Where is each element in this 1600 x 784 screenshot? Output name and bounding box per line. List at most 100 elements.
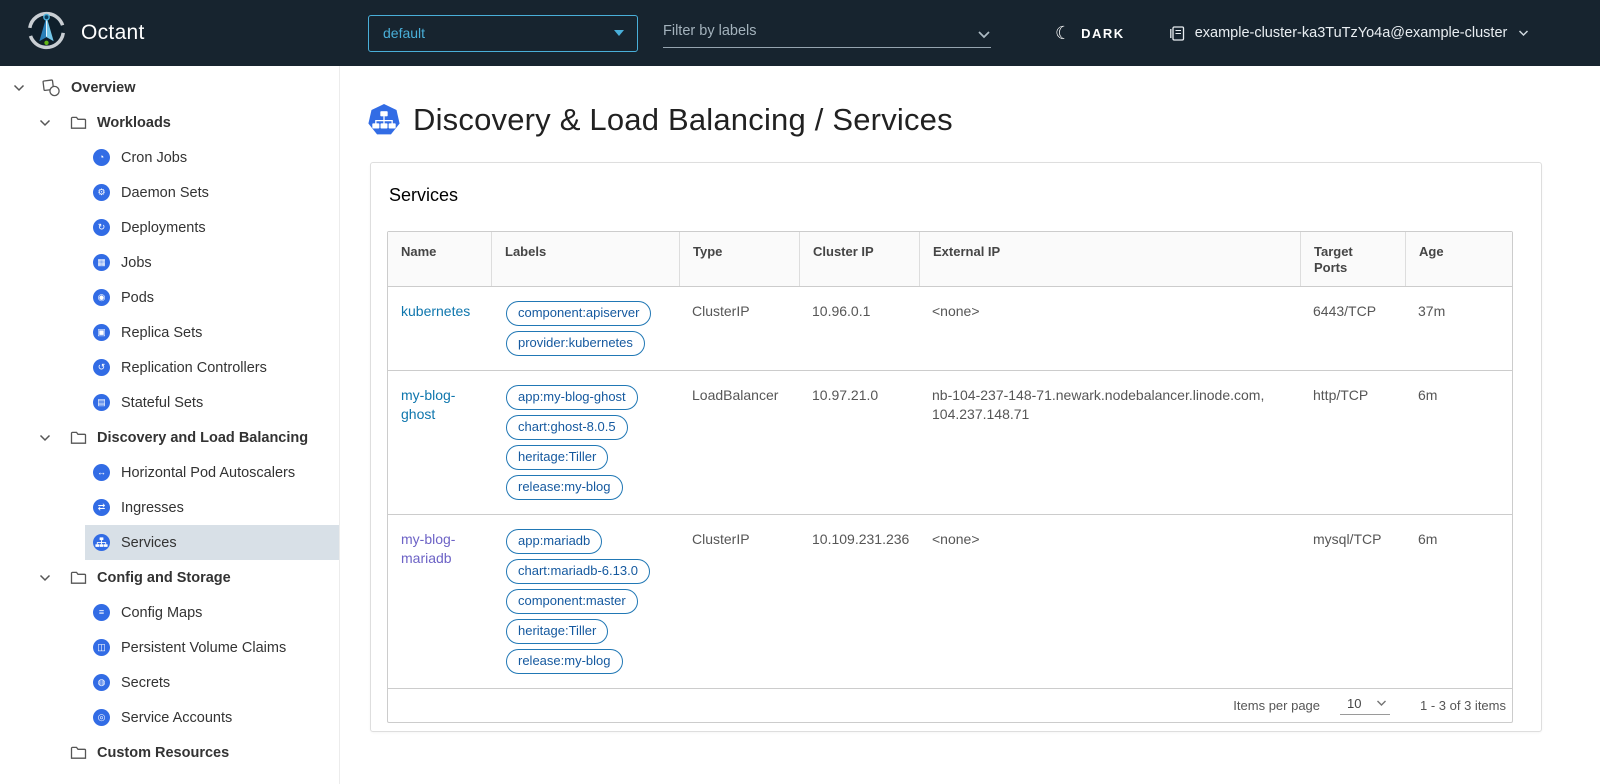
octant-logo-icon (26, 10, 67, 56)
chevron-down-icon[interactable] (12, 84, 25, 92)
sidebar-item-horizontal-pod-autoscalers[interactable]: ↔Horizontal Pod Autoscalers (85, 455, 339, 490)
sidebar-item-services[interactable]: Services (85, 525, 339, 560)
cell-target-ports: http/TCP (1300, 371, 1405, 514)
sidebar-item-secrets[interactable]: ◍Secrets (85, 665, 339, 700)
sidebar-item-pods[interactable]: ◉Pods (85, 280, 339, 315)
sidebar-item-daemon-sets[interactable]: ⚙Daemon Sets (85, 175, 339, 210)
services-table: NameLabelsTypeCluster IPExternal IPTarge… (387, 231, 1513, 723)
sidebar-item-workloads[interactable]: Workloads (0, 105, 339, 140)
table-row: my-blog-ghost app:my-blog-ghost chart:ghos… (388, 370, 1512, 514)
sidebar-item-service-accounts[interactable]: ◎Service Accounts (85, 700, 339, 735)
sidebar-item-replication-controllers[interactable]: ↺Replication Controllers (85, 350, 339, 385)
service-name-link[interactable]: my-blog-mariadb (401, 531, 455, 566)
config-maps-icon: ≡ (93, 604, 110, 621)
cell-cluster-ip: 10.96.0.1 (799, 287, 919, 370)
secrets-icon: ◍ (93, 674, 110, 691)
items-per-page-label: Items per page (1233, 698, 1320, 713)
cell-type: ClusterIP (679, 287, 799, 370)
sidebar-item-discovery-and-load-balancing[interactable]: Discovery and Load Balancing (0, 420, 339, 455)
items-per-page-value: 10 (1347, 696, 1361, 711)
sidebar-item-config-maps[interactable]: ≡Config Maps (85, 595, 339, 630)
label-badge[interactable]: heritage:Tiller (506, 619, 608, 644)
cell-labels: app:mariadb chart:mariadb-6.13.0 component… (491, 515, 679, 688)
label-badge[interactable]: release:my-blog (506, 475, 623, 500)
column-header-type: Type (679, 232, 799, 286)
sidebar-nav: OverviewWorkloads◔Cron Jobs⚙Daemon Sets↻… (0, 66, 340, 784)
replica-sets-icon: ▣ (93, 324, 110, 341)
label-badge[interactable]: heritage:Tiller (506, 445, 608, 470)
sidebar-item-stateful-sets[interactable]: ▤Stateful Sets (85, 385, 339, 420)
sidebar-item-config-and-storage[interactable]: Config and Storage (0, 560, 339, 595)
namespace-select[interactable]: default (368, 15, 638, 52)
ingresses-icon: ⇄ (93, 499, 110, 516)
replication-controllers-icon: ↺ (93, 359, 110, 376)
label-badge[interactable]: app:my-blog-ghost (506, 385, 638, 410)
label-filter (663, 23, 991, 48)
cell-age: 6m (1405, 371, 1512, 514)
caret-down-icon (614, 30, 624, 36)
cell-name: my-blog-ghost (388, 371, 491, 514)
sidebar-item-jobs[interactable]: ▦Jobs (85, 245, 339, 280)
sidebar-item-persistent-volume-claims[interactable]: ◫Persistent Volume Claims (85, 630, 339, 665)
main-content: Discovery & Load Balancing / Services Se… (340, 66, 1600, 784)
chevron-down-icon[interactable] (38, 574, 51, 582)
cell-cluster-ip: 10.109.231.236 (799, 515, 919, 688)
column-header-age: Age (1405, 232, 1512, 286)
page-title-text: Discovery & Load Balancing / Services (413, 102, 953, 138)
label-badge[interactable]: provider:kubernetes (506, 331, 645, 356)
column-header-labels: Labels (491, 232, 679, 286)
cell-external-ip: <none> (919, 287, 1300, 370)
card-title: Services (389, 185, 1513, 206)
label-badge[interactable]: chart:mariadb-6.13.0 (506, 559, 650, 584)
sidebar-item-replica-sets[interactable]: ▣Replica Sets (85, 315, 339, 350)
context-selector[interactable]: example-cluster-ka3TuTzYo4a@example-clus… (1169, 25, 1530, 42)
sidebar-item-ingresses[interactable]: ⇄Ingresses (85, 490, 339, 525)
label-badge[interactable]: chart:ghost-8.0.5 (506, 415, 628, 440)
sidebar-item-deployments[interactable]: ↻Deployments (85, 210, 339, 245)
chevron-down-icon[interactable] (38, 434, 51, 442)
table-footer: Items per page 10 1 - 3 of 3 items (388, 688, 1512, 722)
brand: Octant (0, 10, 340, 56)
pagination-range: 1 - 3 of 3 items (1420, 698, 1506, 713)
service-name-link[interactable]: my-blog-ghost (401, 387, 455, 422)
label-badge[interactable]: component:apiserver (506, 301, 651, 326)
sidebar-item-overview[interactable]: Overview (0, 70, 339, 105)
label-badge[interactable]: app:mariadb (506, 529, 602, 554)
cell-labels: component:apiserver provider:kubernetes (491, 287, 679, 370)
services-icon (93, 534, 110, 551)
service-name-link[interactable]: kubernetes (401, 303, 470, 319)
dark-mode-toggle[interactable]: ☾ DARK (1055, 24, 1125, 42)
persistent-volume-claims-icon: ◫ (93, 639, 110, 656)
namespace-value: default (383, 25, 425, 41)
cell-type: ClusterIP (679, 515, 799, 688)
table-header-row: NameLabelsTypeCluster IPExternal IPTarge… (388, 232, 1512, 287)
cell-target-ports: 6443/TCP (1300, 287, 1405, 370)
cell-age: 37m (1405, 287, 1512, 370)
page-title: Discovery & Load Balancing / Services (368, 102, 1600, 138)
cell-external-ip: <none> (919, 515, 1300, 688)
folder-icon (70, 430, 87, 445)
column-header-name: Name (388, 232, 491, 286)
cell-labels: app:my-blog-ghost chart:ghost-8.0.5 herita… (491, 371, 679, 514)
cell-name: my-blog-mariadb (388, 515, 491, 688)
dark-mode-label: DARK (1081, 26, 1125, 41)
jobs-icon: ▦ (93, 254, 110, 271)
sidebar-item-cron-jobs[interactable]: ◔Cron Jobs (85, 140, 339, 175)
cell-external-ip: nb-104-237-148-71.newark.nodebalancer.li… (919, 371, 1300, 514)
stateful-sets-icon: ▤ (93, 394, 110, 411)
sidebar-item-custom-resources[interactable]: Custom Resources (0, 735, 339, 770)
deployments-icon: ↻ (93, 219, 110, 236)
chevron-down-icon[interactable] (977, 30, 991, 39)
label-badge[interactable]: component:master (506, 589, 638, 614)
label-badge[interactable]: release:my-blog (506, 649, 623, 674)
app-title: Octant (81, 21, 145, 45)
cell-name: kubernetes (388, 287, 491, 370)
cell-target-ports: mysql/TCP (1300, 515, 1405, 688)
context-value: example-cluster-ka3TuTzYo4a@example-clus… (1195, 25, 1508, 41)
chevron-down-icon (1376, 699, 1387, 707)
chevron-down-icon (1518, 29, 1529, 37)
label-filter-input[interactable] (663, 23, 933, 39)
cell-cluster-ip: 10.97.21.0 (799, 371, 919, 514)
items-per-page-select[interactable]: 10 (1340, 696, 1390, 715)
chevron-down-icon[interactable] (38, 119, 51, 127)
